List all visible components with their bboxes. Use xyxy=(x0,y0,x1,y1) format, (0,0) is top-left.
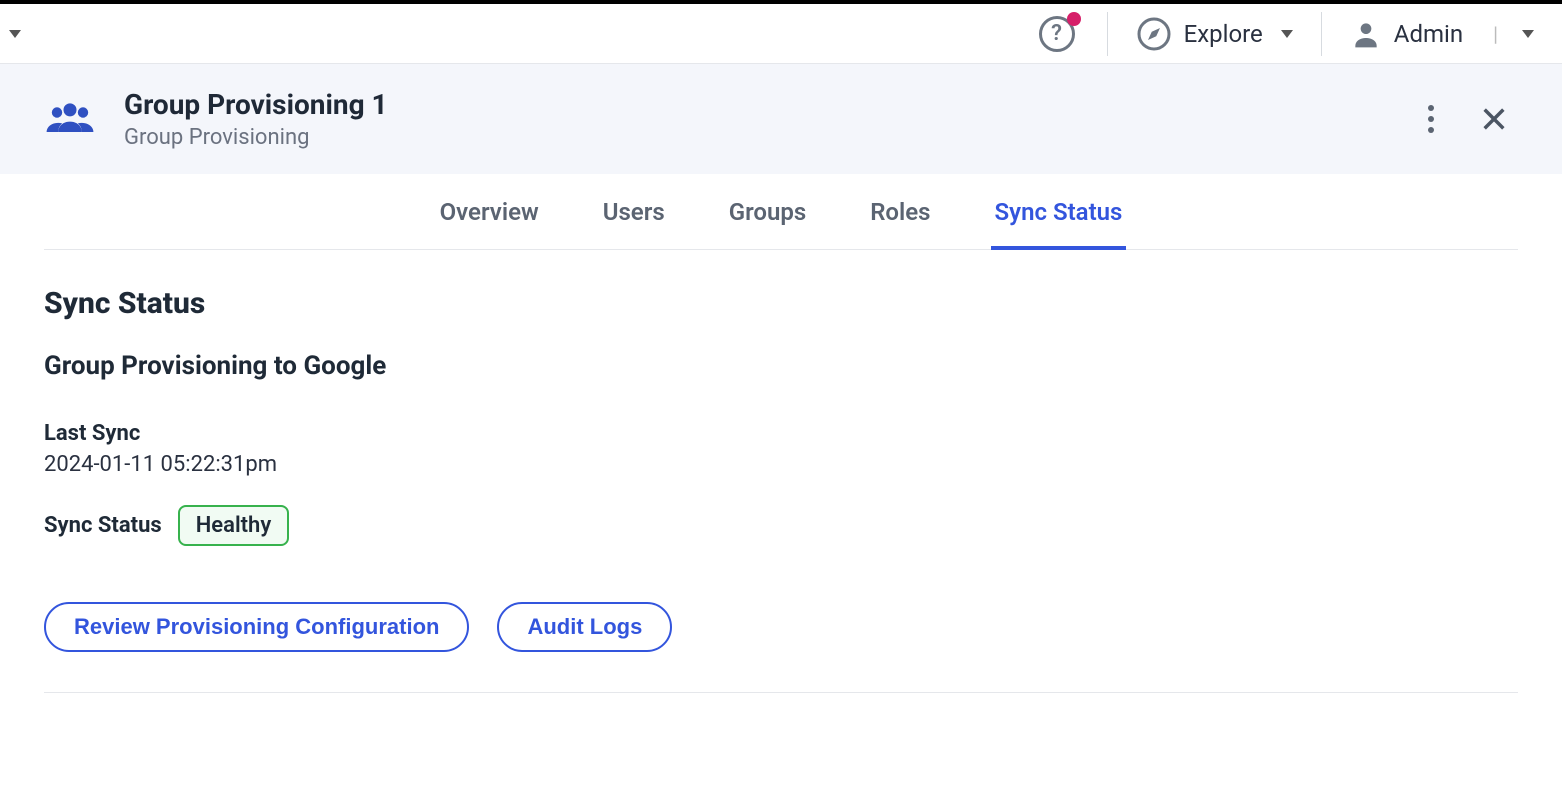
more-actions-button[interactable] xyxy=(1422,99,1440,139)
close-icon[interactable] xyxy=(1480,105,1508,133)
caret-down-icon xyxy=(9,30,21,38)
status-badge: Healthy xyxy=(178,505,290,546)
tab-overview[interactable]: Overview xyxy=(436,174,543,250)
last-sync-value: 2024-01-11 05:22:31pm xyxy=(44,452,1518,477)
nav-dropdown-caret[interactable] xyxy=(2,30,22,38)
sync-status-label: Sync Status xyxy=(44,513,162,538)
section-subheading: Group Provisioning to Google xyxy=(44,351,1518,381)
section-heading: Sync Status xyxy=(44,286,1518,321)
tab-users[interactable]: Users xyxy=(599,174,669,250)
page-title: Group Provisioning 1 xyxy=(124,88,388,121)
caret-down-icon xyxy=(1281,30,1293,38)
last-sync-block: Last Sync 2024-01-11 05:22:31pm xyxy=(44,421,1518,477)
group-icon xyxy=(44,99,96,139)
caret-down-icon xyxy=(1522,30,1534,38)
tab-sync-status[interactable]: Sync Status xyxy=(991,174,1127,250)
explore-label: Explore xyxy=(1184,20,1263,48)
tab-groups[interactable]: Groups xyxy=(725,174,810,250)
page-subtitle: Group Provisioning xyxy=(124,125,388,150)
notification-badge xyxy=(1067,12,1081,26)
explore-menu[interactable]: Explore xyxy=(1108,4,1321,64)
tab-roles[interactable]: Roles xyxy=(866,174,934,250)
page-header: Group Provisioning 1 Group Provisioning xyxy=(0,64,1562,174)
audit-logs-button[interactable]: Audit Logs xyxy=(497,602,672,652)
user-label: Admin xyxy=(1394,20,1463,48)
review-config-button[interactable]: Review Provisioning Configuration xyxy=(44,602,469,652)
sync-status-row: Sync Status Healthy xyxy=(44,505,1518,546)
top-navigation: ? Explore Admin | xyxy=(0,4,1562,64)
tabs: Overview Users Groups Roles Sync Status xyxy=(44,174,1518,250)
divider xyxy=(44,692,1518,693)
action-buttons: Review Provisioning Configuration Audit … xyxy=(44,602,1518,652)
page-header-titles: Group Provisioning 1 Group Provisioning xyxy=(124,88,388,150)
content-area: Sync Status Group Provisioning to Google… xyxy=(0,250,1562,729)
separator: | xyxy=(1475,22,1504,46)
user-menu[interactable]: Admin | xyxy=(1322,4,1562,64)
help-button[interactable]: ? xyxy=(1037,14,1077,54)
compass-icon xyxy=(1136,16,1172,52)
last-sync-label: Last Sync xyxy=(44,421,1518,446)
user-icon xyxy=(1350,18,1382,50)
